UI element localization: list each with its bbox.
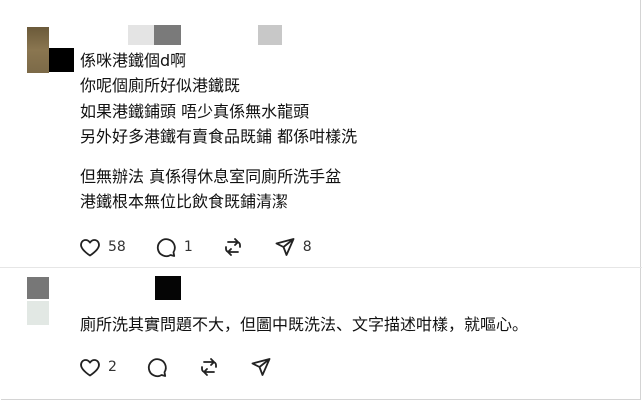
timestamp-redacted: [258, 25, 282, 45]
share-count: 8: [302, 239, 312, 255]
repost-button[interactable]: [197, 355, 221, 379]
like-button[interactable]: 58: [78, 235, 126, 259]
comment-1-line: 如果港鐵鋪頭 唔少真係無水龍頭: [80, 102, 310, 121]
heart-icon: [80, 239, 100, 257]
avatar[interactable]: [27, 27, 49, 73]
comment-1-line: 係咪港鐵個d啊: [80, 51, 187, 70]
share-button[interactable]: 8: [273, 235, 312, 259]
repost-button[interactable]: [221, 235, 245, 259]
avatar-badge: [49, 48, 74, 72]
comment-1-line: 但無辦法 真係得休息室同廁所洗手盆: [80, 167, 342, 186]
username-redacted-2: [154, 25, 181, 45]
comment-2-actions: 2: [78, 355, 301, 379]
comment-1-line: 你呢個廁所好似港鐵既: [80, 76, 241, 95]
like-button[interactable]: 2: [78, 355, 117, 379]
comment-icon: [147, 358, 167, 378]
like-count: 2: [108, 359, 117, 375]
avatar[interactable]: [27, 277, 49, 299]
comment-2-text: 廁所洗其實問題不大，但圖中既洗法、文字描述咁樣，就嘔心。: [80, 315, 529, 334]
share-button[interactable]: [249, 355, 273, 379]
comment-1-line: 另外好多港鐵有賣食品既鋪 都係咁樣洗: [80, 127, 358, 146]
avatar-lower: [27, 301, 49, 325]
comment-1-actions: 58 1 8: [78, 235, 340, 259]
share-icon: [251, 358, 271, 376]
repost-icon: [201, 358, 217, 376]
reply-button[interactable]: 1: [154, 235, 193, 259]
share-icon: [275, 238, 295, 256]
comment-1-line: 港鐵根本無位比飲食既鋪清潔: [80, 192, 289, 211]
username-redacted[interactable]: [128, 25, 154, 45]
comment-icon: [156, 238, 176, 258]
like-count: 58: [108, 239, 126, 255]
reply-button[interactable]: [145, 355, 169, 379]
reply-count: 1: [183, 239, 193, 255]
divider: [0, 267, 642, 268]
repost-icon: [224, 238, 241, 256]
heart-icon: [80, 359, 100, 377]
username-redacted[interactable]: [155, 276, 181, 300]
